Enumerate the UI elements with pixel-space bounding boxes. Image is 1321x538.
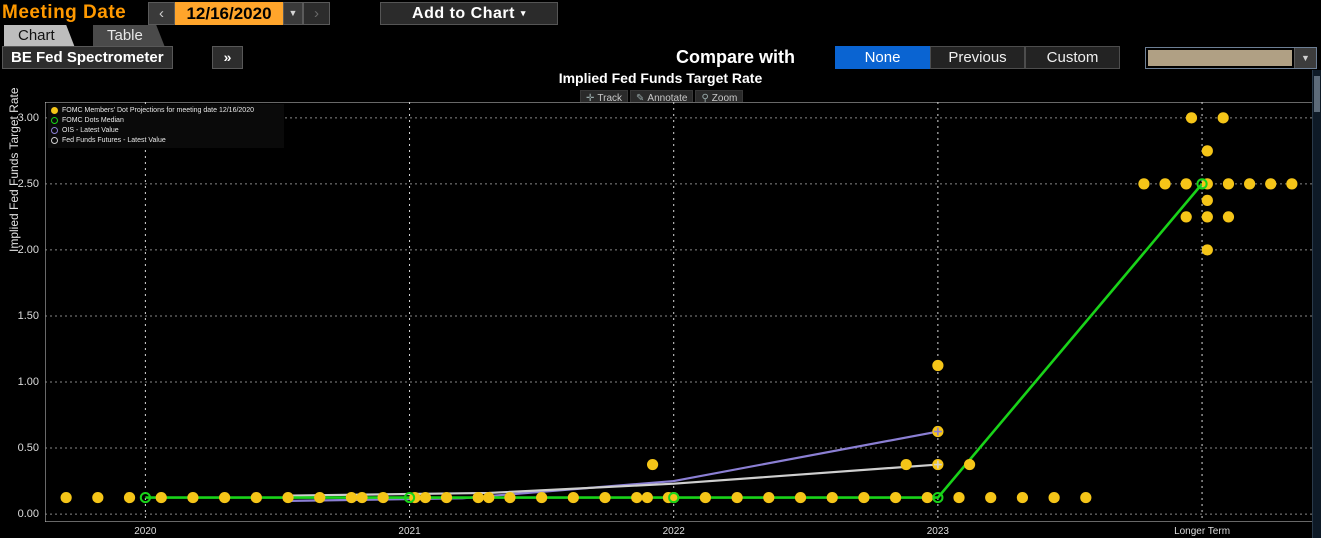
plot-area[interactable]: Implied Fed Funds Target Rate Projection… <box>7 87 1313 538</box>
compare-option-custom[interactable]: Custom <box>1025 46 1120 69</box>
tab-chart[interactable]: Chart <box>4 25 75 47</box>
y-axis-tick: 3.00 <box>17 111 39 124</box>
chart-legend: FOMC Members' Dot Projections for meetin… <box>48 104 284 148</box>
fed-spectrometer-window: Meeting Date ‹ 12/16/2020 ▼ › Add to Cha… <box>0 0 1321 538</box>
meeting-date-label: Meeting Date <box>2 2 127 23</box>
add-to-chart-button[interactable]: Add to Chart ▾ <box>380 2 558 25</box>
legend-item-median: FOMC Dots Median <box>51 116 281 125</box>
legend-item-ois: OIS - Latest Value <box>51 126 281 135</box>
legend-marker-futures-icon <box>51 137 58 144</box>
function-bar: BE Fed Spectrometer » Compare with None … <box>0 46 1321 70</box>
add-to-chart-label: Add to Chart <box>412 5 515 22</box>
legend-label-futures: Fed Funds Futures - Latest Value <box>62 137 166 144</box>
x-axis-tick: Longer Term <box>1174 526 1231 537</box>
compare-combo-dropdown-icon[interactable]: ▼ <box>1294 48 1316 68</box>
compare-option-none[interactable]: None <box>835 46 930 69</box>
x-axis-tick: 2020 <box>134 526 157 537</box>
y-axis-tick: 1.50 <box>17 309 39 322</box>
meeting-date-stepper: ‹ 12/16/2020 ▼ › <box>148 2 330 25</box>
legend-marker-dot-icon <box>51 107 58 114</box>
prev-meeting-button[interactable]: ‹ <box>148 2 175 25</box>
y-axis-tick: 1.00 <box>17 376 39 388</box>
legend-item-dots: FOMC Members' Dot Projections for meetin… <box>51 106 281 115</box>
meeting-date-input[interactable]: 12/16/2020 <box>175 2 283 25</box>
y-axis-tick: 0.00 <box>17 508 39 521</box>
legend-label-median: FOMC Dots Median <box>62 117 124 124</box>
top-toolbar: Meeting Date ‹ 12/16/2020 ▼ › Add to Cha… <box>0 0 1321 26</box>
legend-item-futures: Fed Funds Futures - Latest Value <box>51 136 281 145</box>
y-axis-tick: 0.50 <box>17 442 39 455</box>
legend-label-ois: OIS - Latest Value <box>62 127 119 134</box>
x-axis-tick: 2022 <box>662 526 685 537</box>
expand-icon[interactable]: » <box>212 46 243 69</box>
chart-title: Implied Fed Funds Target Rate <box>558 70 763 86</box>
vertical-scrollbar[interactable] <box>1312 70 1321 538</box>
compare-option-previous[interactable]: Previous <box>930 46 1025 69</box>
x-axis-tick: 2023 <box>926 526 949 537</box>
chart-svg <box>45 102 1313 522</box>
chart-panel: Implied Fed Funds Target Rate ✛ Track ✎ An… <box>0 70 1321 538</box>
legend-label-dots: FOMC Members' Dot Projections for meetin… <box>62 107 254 114</box>
tab-table[interactable]: Table <box>93 25 165 47</box>
chevron-down-icon: ▾ <box>520 8 526 19</box>
legend-marker-ois-icon <box>51 127 58 134</box>
x-axis-tick: 2021 <box>398 526 421 537</box>
function-name-field[interactable]: BE Fed Spectrometer <box>2 46 173 69</box>
scrollbar-thumb[interactable] <box>1314 76 1320 112</box>
compare-with-label: Compare with <box>676 47 796 67</box>
legend-marker-median-icon <box>51 117 58 124</box>
next-meeting-button[interactable]: › <box>303 2 330 25</box>
meeting-date-dropdown-icon[interactable]: ▼ <box>283 2 303 25</box>
compare-combo-value <box>1148 50 1292 66</box>
compare-combo-box[interactable]: ▼ <box>1145 47 1317 69</box>
y-axis-tick: 2.00 <box>17 243 39 256</box>
y-axis-tick: 2.50 <box>17 177 39 190</box>
